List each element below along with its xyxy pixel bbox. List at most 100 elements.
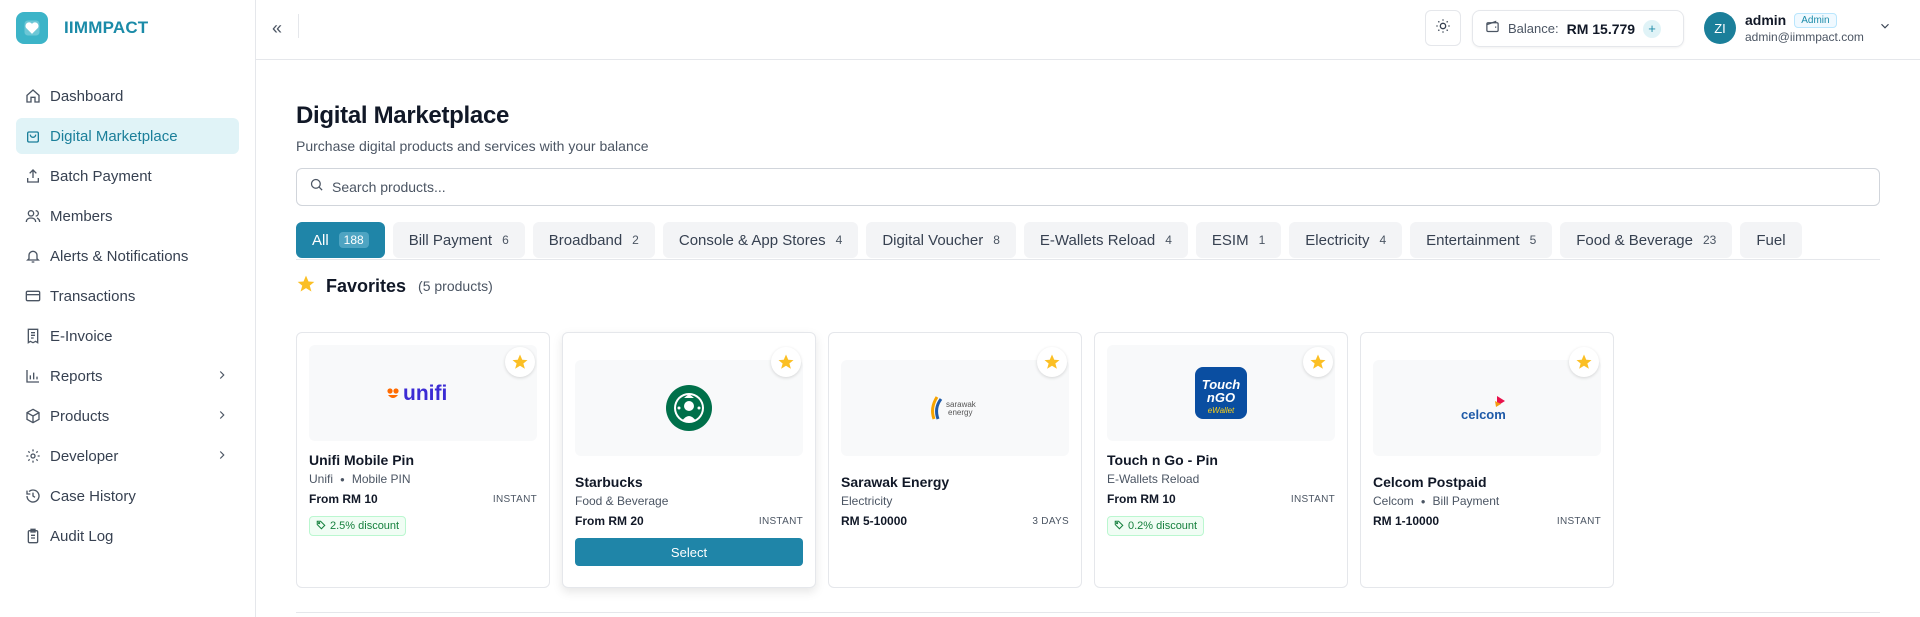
category-label: All (312, 231, 329, 249)
favorite-star-button[interactable] (771, 347, 801, 377)
sidebar-item-label: E-Invoice (50, 327, 113, 345)
product-name: Starbucks (575, 474, 643, 490)
delivery-speed: INSTANT (1556, 515, 1601, 527)
favorite-star-button[interactable] (1569, 347, 1599, 377)
header-divider (298, 14, 299, 38)
category-tab-entertainment[interactable]: Entertainment 5 (1410, 222, 1553, 258)
balance-value: RM 15.779 (1566, 20, 1636, 37)
user-info: admin Admin admin@iimmpact.com (1745, 12, 1864, 44)
star-icon (296, 274, 316, 299)
credit-card-icon (24, 287, 42, 305)
sidebar-item-transactions[interactable]: Transactions (16, 278, 239, 314)
product-card-sarawak-energy[interactable]: sarawak energy Sarawak Energy Electricity… (828, 332, 1082, 588)
category-tabs: All 188 Bill Payment 6 Broadband 2 Console … (296, 222, 1880, 259)
category-tab-esim[interactable]: ESIM 1 (1195, 222, 1282, 258)
search-box[interactable] (296, 168, 1880, 206)
add-balance-button[interactable]: + (1643, 19, 1662, 38)
upload-icon (24, 167, 42, 185)
theme-toggle-button[interactable] (1425, 10, 1461, 46)
category-count: 6 (502, 233, 509, 247)
sidebar-item-dashboard[interactable]: Dashboard (16, 78, 239, 114)
sidebar-item-digital-marketplace[interactable]: Digital Marketplace (16, 118, 239, 154)
favorite-star-button[interactable] (505, 347, 535, 377)
category-count: 2 (632, 233, 639, 247)
chevron-right-icon (215, 368, 229, 386)
product-brand: Unifi (309, 472, 334, 486)
history-icon (24, 487, 42, 505)
sidebar-item-alerts[interactable]: Alerts & Notifications (16, 238, 239, 274)
product-price: RM 1-10000 (1373, 514, 1440, 528)
home-icon (24, 87, 42, 105)
category-tab-food-beverage[interactable]: Food & Beverage 23 (1560, 222, 1733, 258)
category-tab-broadband[interactable]: Broadband 2 (532, 222, 655, 258)
category-tab-digital-voucher[interactable]: Digital Voucher 8 (866, 222, 1016, 258)
sidebar-item-e-invoice[interactable]: E-Invoice (16, 318, 239, 354)
sidebar-item-label: Audit Log (50, 527, 114, 545)
tag-icon (1114, 520, 1124, 533)
bell-icon (24, 247, 42, 265)
svg-text:energy: energy (948, 408, 972, 417)
balance-label: Balance: (1508, 21, 1559, 36)
category-tab-console-app-stores[interactable]: Console & App Stores 4 (662, 222, 859, 258)
category-tab-bill-payment[interactable]: Bill Payment 6 (392, 222, 525, 258)
discount-badge: 2.5% discount (309, 516, 407, 536)
avatar: ZI (1704, 12, 1736, 44)
product-logo (575, 360, 803, 456)
product-category: Food & Beverage (575, 494, 669, 508)
user-name: admin (1745, 12, 1787, 28)
category-count: 8 (993, 233, 1000, 247)
product-brand: Celcom (1373, 494, 1414, 508)
receipt-icon (24, 327, 42, 345)
sidebar-item-case-history[interactable]: Case History (16, 478, 239, 514)
favorite-star-button[interactable] (1303, 347, 1333, 377)
product-card-touch-n-go[interactable]: Touch nGO eWallet Touch n Go - Pin E-Walle… (1094, 332, 1348, 588)
product-logo: sarawak energy (841, 360, 1069, 456)
sidebar-item-label: Batch Payment (50, 167, 152, 185)
category-count: 188 (338, 232, 369, 248)
search-input[interactable] (332, 179, 1832, 195)
product-meta: E-Wallets Reload (1107, 472, 1335, 486)
category-tab-all[interactable]: All 188 (296, 222, 385, 258)
sidebar: IIMMPACT Dashboard Digital Marketplace B… (0, 0, 256, 617)
product-name: Unifi Mobile Pin (309, 452, 414, 468)
category-count: 5 (1529, 233, 1537, 247)
shopping-bag-icon (24, 127, 42, 145)
sidebar-item-members[interactable]: Members (16, 198, 239, 234)
search-icon (309, 177, 324, 197)
category-label: Digital Voucher (882, 231, 984, 249)
clipboard-icon (24, 527, 42, 545)
select-button[interactable]: Select (575, 538, 803, 566)
product-logo: unifi (309, 345, 537, 441)
product-card-unifi[interactable]: unifi Unifi Mobile Pin Unifi ● Mobile PIN … (296, 332, 550, 588)
product-price: From RM 10 (1107, 492, 1176, 506)
favorites-title: Favorites (326, 275, 407, 296)
category-label: Food & Beverage (1576, 231, 1693, 249)
product-meta: Food & Beverage (575, 494, 803, 508)
sidebar-item-batch-payment[interactable]: Batch Payment (16, 158, 239, 194)
favorite-star-button[interactable] (1037, 347, 1067, 377)
sidebar-item-label: Alerts & Notifications (50, 247, 189, 265)
category-tab-fuel[interactable]: Fuel (1740, 222, 1802, 258)
product-price: RM 5-10000 (841, 514, 908, 528)
sidebar-item-audit-log[interactable]: Audit Log (16, 518, 239, 554)
category-tab-electricity[interactable]: Electricity 4 (1289, 222, 1403, 258)
balance-widget: Balance: RM 15.779 + (1472, 10, 1684, 47)
sidebar-item-products[interactable]: Products (16, 398, 239, 434)
product-meta: Celcom ● Bill Payment (1373, 494, 1500, 508)
user-email: admin@iimmpact.com (1745, 30, 1864, 44)
product-card-celcom[interactable]: celcom Celcom Postpaid Celcom ● Bill Payme… (1360, 332, 1614, 588)
category-tab-e-wallets-reload[interactable]: E-Wallets Reload 4 (1023, 222, 1188, 258)
chevron-right-icon (215, 448, 229, 466)
collapse-sidebar-button[interactable]: « (272, 18, 282, 39)
sidebar-item-reports[interactable]: Reports (16, 358, 239, 394)
category-label: Broadband (548, 231, 623, 249)
sidebar-item-developer[interactable]: Developer (16, 438, 239, 474)
brand-name: IIMMPACT (64, 18, 149, 37)
discount-badge: 0.2% discount (1107, 516, 1205, 536)
category-label: Electricity (1305, 231, 1370, 249)
svg-text:unifi: unifi (403, 382, 447, 405)
user-menu[interactable]: ZI admin Admin admin@iimmpact.com (1704, 12, 1892, 44)
product-card-starbucks[interactable]: Starbucks Food & Beverage From RM 20 INST… (562, 332, 816, 588)
sidebar-item-label: Products (50, 407, 110, 425)
brand[interactable]: IIMMPACT (0, 0, 255, 56)
